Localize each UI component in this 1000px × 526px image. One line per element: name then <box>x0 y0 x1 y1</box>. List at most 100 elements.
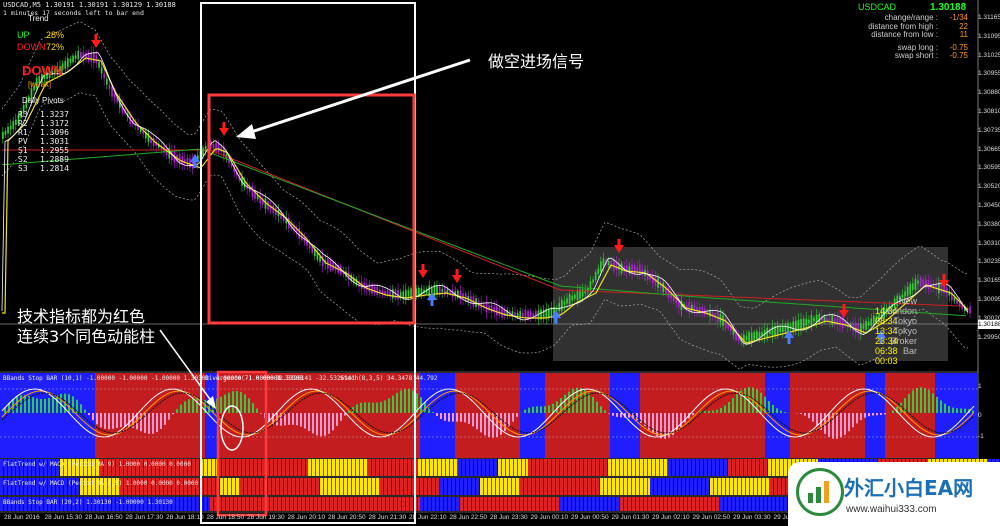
strip-cell <box>346 497 350 511</box>
bbands-strip-label: BBands Stop BAR (20,2) 1.30130 -1.00000 … <box>3 499 173 506</box>
strip-cell <box>632 478 636 495</box>
strip-cell <box>496 478 500 495</box>
osc-bar <box>196 398 198 413</box>
strip-cell <box>444 478 448 495</box>
osc-bar <box>928 390 930 413</box>
strip-cell <box>624 459 628 476</box>
price-tick: 1.30450 <box>978 202 1000 209</box>
strip-cell <box>286 459 290 476</box>
osc-bar <box>180 404 182 413</box>
osc-bar <box>800 413 802 415</box>
candle-body <box>405 289 407 299</box>
osc-bg-segment <box>520 373 545 458</box>
strip-cell <box>226 459 230 476</box>
strip-cell <box>274 497 278 511</box>
strip-cell <box>392 459 396 476</box>
osc-bar <box>460 413 462 422</box>
strip-cell <box>210 497 214 511</box>
osc-bar <box>744 388 746 413</box>
strip-cell <box>318 497 322 511</box>
strip-cell <box>760 459 764 476</box>
stats-row-value: 11 <box>959 30 968 39</box>
strip-cell <box>560 497 564 511</box>
strip-cell <box>592 459 596 476</box>
strip-cell <box>470 459 474 476</box>
session-row: Bar 00:03 <box>875 346 917 366</box>
strip-cell <box>616 478 620 495</box>
strip-cell <box>514 459 518 476</box>
candle-body <box>407 290 410 297</box>
candle-body <box>67 58 69 68</box>
strip-cell <box>288 478 292 495</box>
strip-cell <box>532 478 536 495</box>
candle-body <box>514 312 516 317</box>
pivot-name: S3 <box>18 164 28 173</box>
strip-cell <box>504 478 508 495</box>
strip-cell <box>204 459 208 476</box>
osc-bar <box>192 398 194 413</box>
strip-cell <box>230 459 234 476</box>
price-tick: 1.30380 <box>978 220 1000 228</box>
candle-body <box>748 332 750 343</box>
strip-cell <box>756 497 760 511</box>
strip-cell <box>736 497 740 511</box>
candle-body <box>808 319 810 323</box>
strip-cell <box>460 497 464 511</box>
osc-bar <box>248 398 250 413</box>
pivot-row-pv: PV 1.3031 <box>18 137 69 146</box>
strip-cell <box>600 497 604 511</box>
strip-cell <box>356 459 360 476</box>
strip-cell <box>698 478 702 495</box>
candle-body <box>600 261 602 272</box>
strip-cell <box>764 497 768 511</box>
strip-cell <box>362 497 366 511</box>
osc-bar <box>720 407 722 413</box>
price-tick: 1.31025 <box>978 51 1000 59</box>
strip-cell <box>468 478 472 495</box>
strip-cell <box>282 497 286 511</box>
strip-cell <box>480 478 484 495</box>
osc-bar <box>116 413 118 428</box>
strip-cell <box>516 497 520 511</box>
strip-cell <box>366 497 370 511</box>
strip-cell <box>676 459 680 476</box>
sell-arrow-shaft <box>421 264 425 270</box>
strip-cell <box>410 497 414 511</box>
candle-body <box>392 289 394 299</box>
candle-body <box>80 52 82 58</box>
osc-level-mid: 0 <box>978 412 982 419</box>
candle-body <box>693 304 696 313</box>
strip-cell <box>238 459 242 476</box>
strip-cell <box>426 459 430 476</box>
osc-bar <box>108 413 110 430</box>
price-chart[interactable] <box>0 0 1000 526</box>
strip-cell <box>246 497 250 511</box>
strip-cell <box>720 497 724 511</box>
osc-bar <box>816 413 818 426</box>
strip-cell <box>258 497 262 511</box>
session-label: Bar <box>902 346 917 356</box>
pivot-name: S1 <box>18 146 28 155</box>
candle-body <box>441 288 444 292</box>
strip-cell <box>600 478 604 495</box>
price-tick: 1.30235 <box>978 258 1000 266</box>
strip-cell <box>310 497 314 511</box>
strip-cell <box>520 478 524 495</box>
time-tick: 28 Jun 21:30 <box>368 514 407 521</box>
strip-cell <box>758 478 762 495</box>
strip-cell <box>184 497 188 511</box>
strip-cell <box>344 478 348 495</box>
strip-cell <box>382 497 386 511</box>
strip-cell <box>770 478 774 495</box>
strip-cell <box>442 459 446 476</box>
candle-body <box>862 325 865 329</box>
strip-cell <box>604 497 608 511</box>
strip-cell <box>398 497 402 511</box>
strip-cell <box>674 478 678 495</box>
strip-cell <box>628 478 632 495</box>
strip-cell <box>564 497 568 511</box>
strip-cell <box>508 497 512 511</box>
osc-bar <box>924 387 926 413</box>
strip-cell <box>364 459 368 476</box>
osc-bar <box>220 396 222 413</box>
